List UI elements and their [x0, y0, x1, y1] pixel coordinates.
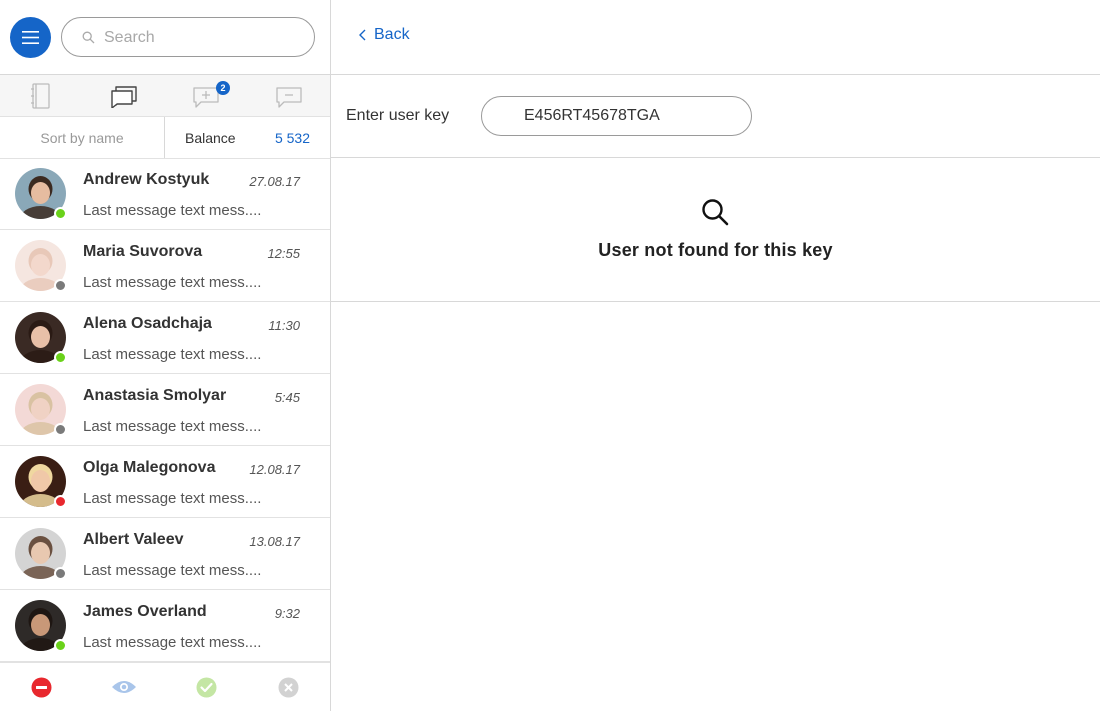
tab-blocked[interactable]: [248, 75, 331, 116]
tab-new-requests[interactable]: 2: [165, 75, 248, 116]
contact-item[interactable]: Albert Valeev 13.08.17 Last message text m…: [0, 518, 330, 590]
status-indicator: [54, 495, 67, 508]
contact-item[interactable]: Maria Suvorova 12:55 Last message text mes…: [0, 230, 330, 302]
contact-actions: [0, 662, 330, 711]
check-icon: [196, 677, 217, 697]
contact-time: 9:32: [274, 606, 300, 621]
user-key-input[interactable]: [481, 96, 752, 136]
close-icon: [278, 677, 299, 697]
block-icon: [31, 677, 52, 697]
tab-contacts[interactable]: [0, 75, 83, 116]
sidebar-header: [0, 0, 330, 75]
chats-icon: [111, 85, 137, 108]
status-indicator: [54, 639, 67, 652]
contact-last-message: Last message text mess....: [83, 634, 262, 651]
balance-value: 5 532: [274, 130, 310, 146]
tab-chats[interactable]: [83, 75, 166, 116]
main-panel: Back Enter user key User not found for t…: [331, 0, 1100, 711]
contact-last-message: Last message text mess....: [83, 418, 262, 435]
search-icon: [82, 31, 95, 44]
contact-name: Albert Valeev: [83, 531, 184, 548]
contact-name: Olga Malegonova: [83, 459, 216, 476]
contact-list: Andrew Kostyuk 27.08.17 Last message text …: [0, 158, 330, 662]
status-indicator: [54, 423, 67, 436]
main-header: Back: [331, 0, 1100, 75]
status-indicator: [54, 279, 67, 292]
search-icon: [702, 199, 729, 226]
eye-icon: [111, 681, 136, 693]
back-label: Back: [374, 26, 410, 43]
menu-button[interactable]: [10, 17, 51, 58]
contact-time: 12.08.17: [249, 462, 300, 477]
contact-time: 11:30: [268, 318, 300, 333]
dismiss-button[interactable]: [248, 663, 331, 711]
contact-last-message: Last message text mess....: [83, 562, 262, 579]
view-button[interactable]: [83, 663, 166, 711]
search-result: User not found for this key: [331, 158, 1100, 302]
hamburger-icon: [22, 31, 39, 44]
accept-button[interactable]: [165, 663, 248, 711]
contact-name: Andrew Kostyuk: [83, 171, 210, 188]
search-input[interactable]: [104, 27, 304, 49]
sidebar: 2 Sort by name Balance 5 532 Andrew Kost…: [0, 0, 331, 711]
status-indicator: [54, 567, 67, 580]
contact-last-message: Last message text mess....: [83, 490, 262, 507]
balance: Balance 5 532: [165, 117, 330, 158]
contact-item[interactable]: Olga Malegonova 12.08.17 Last message text…: [0, 446, 330, 518]
sidebar-tabs: 2: [0, 75, 330, 117]
chevron-left-icon: [359, 29, 366, 41]
contact-name: Anastasia Smolyar: [83, 387, 227, 404]
contact-name: Alena Osadchaja: [83, 315, 212, 332]
contact-name: James Overland: [83, 603, 207, 620]
contact-time: 12:55: [267, 246, 300, 261]
sort-bar: Sort by name Balance 5 532: [0, 117, 330, 159]
contact-last-message: Last message text mess....: [83, 202, 262, 219]
notification-badge: 2: [216, 81, 230, 95]
contact-item[interactable]: James Overland 9:32 Last message text mess…: [0, 590, 330, 662]
status-indicator: [54, 207, 67, 220]
contact-time: 13.08.17: [249, 534, 300, 549]
user-key-label: Enter user key: [346, 107, 450, 124]
contact-time: 5:45: [274, 390, 300, 405]
contacts-book-icon: [31, 82, 50, 109]
user-key-row: Enter user key: [331, 75, 1100, 158]
back-button[interactable]: Back: [359, 26, 410, 44]
remove-chat-icon: [276, 86, 302, 108]
contact-name: Maria Suvorova: [83, 243, 203, 260]
balance-label: Balance: [185, 130, 236, 146]
contact-item[interactable]: Andrew Kostyuk 27.08.17 Last message text …: [0, 158, 330, 230]
contact-item[interactable]: Anastasia Smolyar 5:45 Last message text m…: [0, 374, 330, 446]
block-button[interactable]: [0, 663, 83, 711]
contact-last-message: Last message text mess....: [83, 346, 262, 363]
search-box[interactable]: [61, 17, 315, 57]
not-found-message: User not found for this key: [598, 240, 833, 260]
status-indicator: [54, 351, 67, 364]
sort-by-name-button[interactable]: Sort by name: [0, 117, 165, 158]
contact-time: 27.08.17: [249, 174, 300, 189]
contact-last-message: Last message text mess....: [83, 274, 262, 291]
contact-item[interactable]: Alena Osadchaja 11:30 Last message text me…: [0, 302, 330, 374]
